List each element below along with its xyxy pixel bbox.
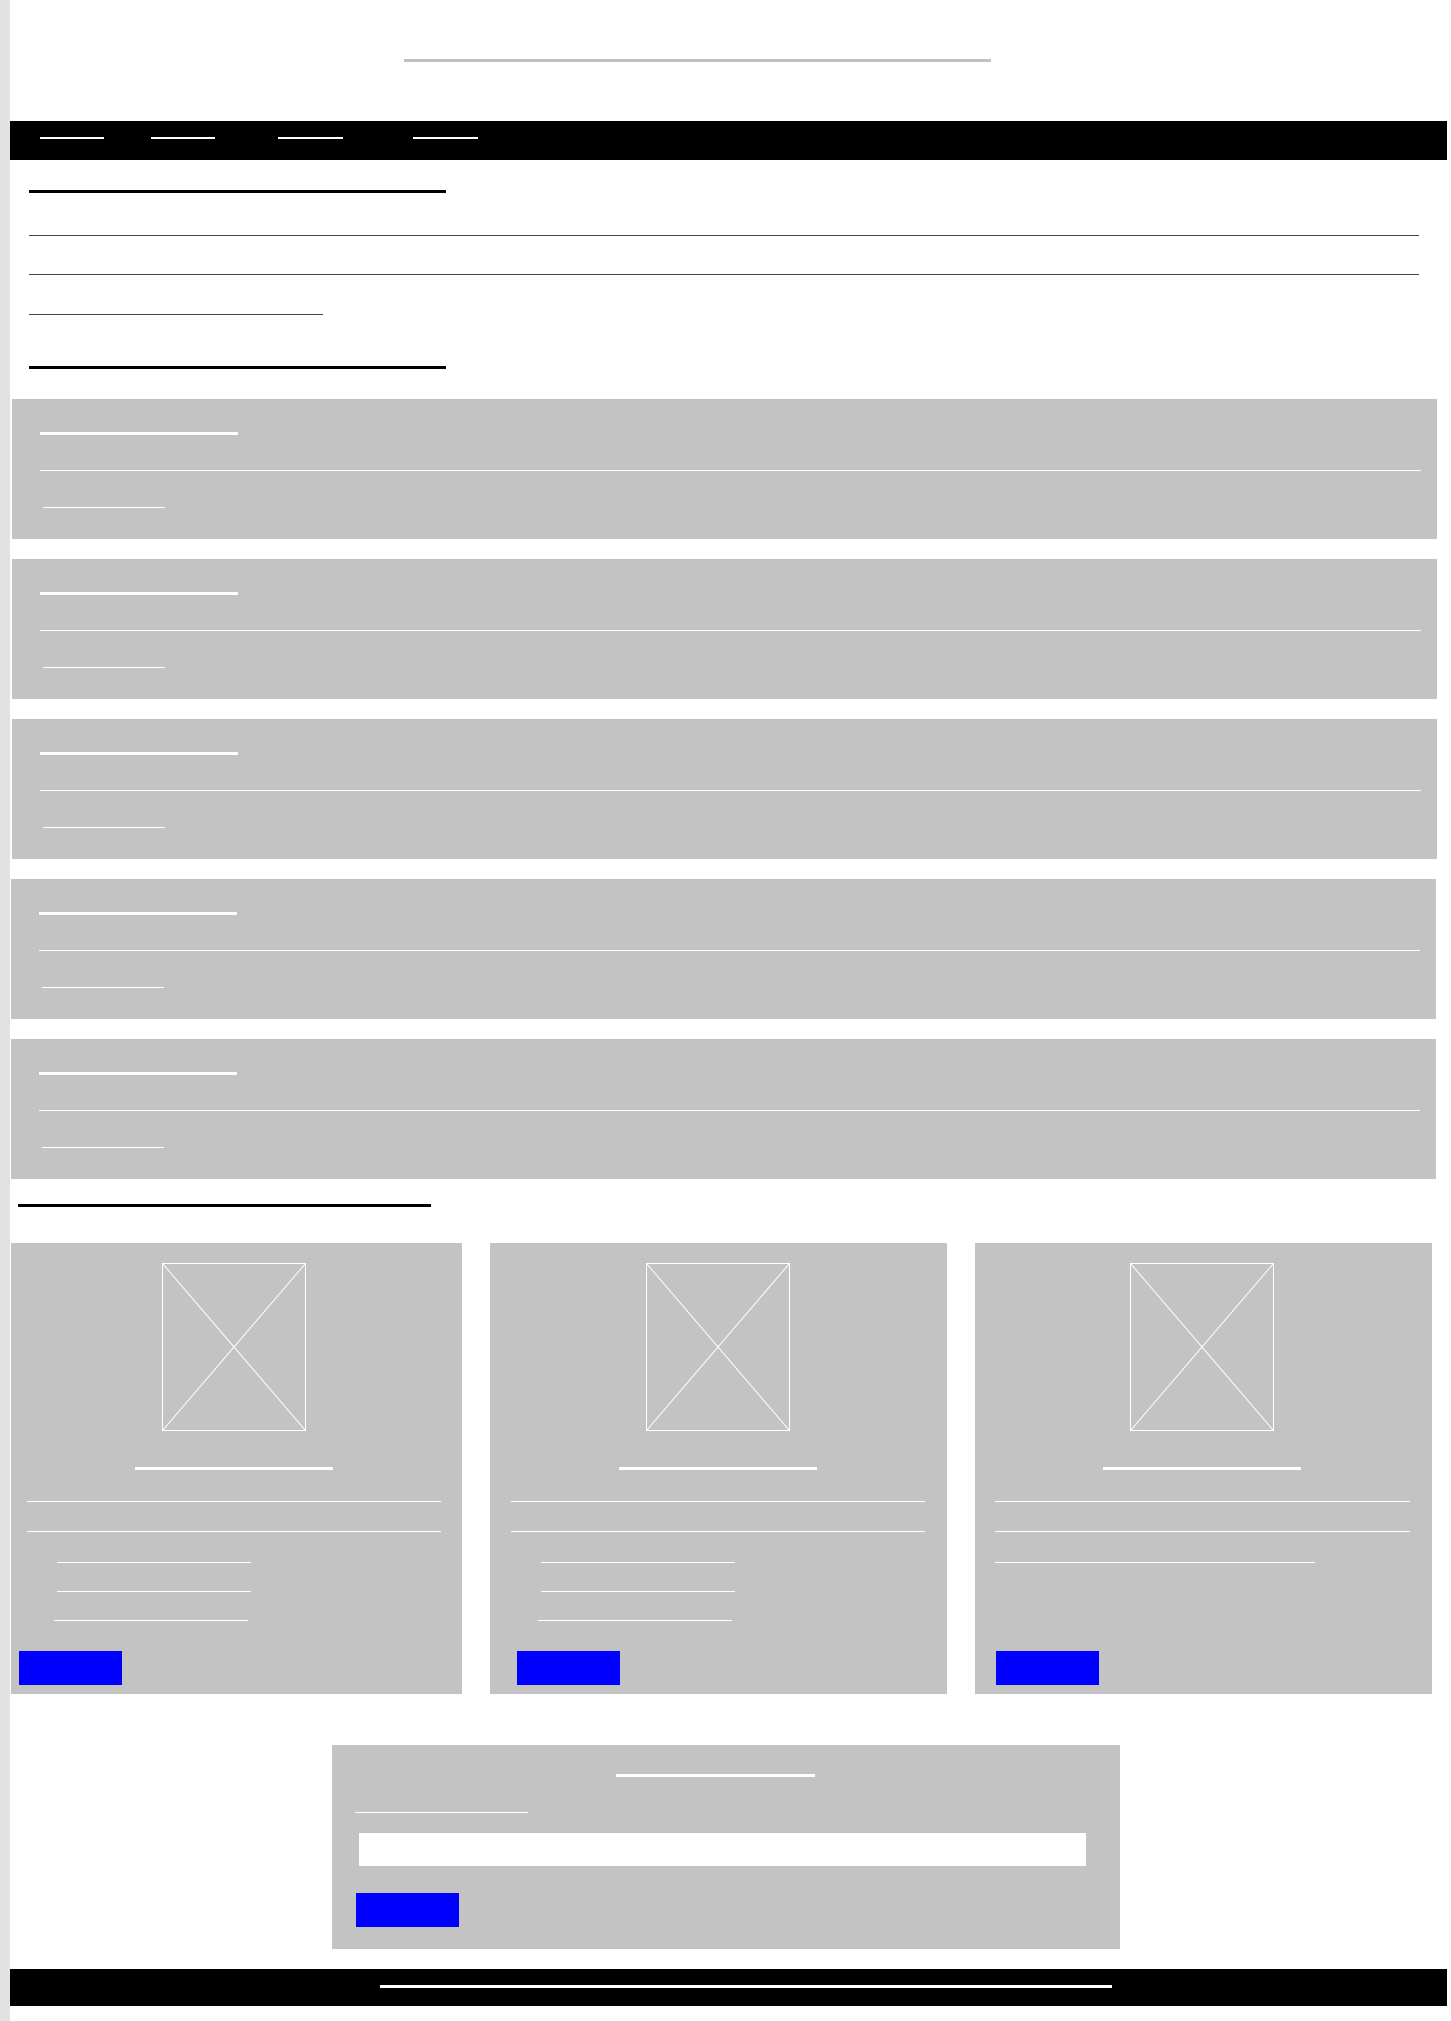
list-item-link[interactable] <box>43 667 165 668</box>
form-submit-button[interactable] <box>356 1893 459 1927</box>
left-edge-strip <box>0 0 10 2021</box>
list-item-description <box>40 790 1421 791</box>
list-item-title <box>40 432 238 435</box>
description-line <box>27 1531 441 1532</box>
product-title <box>1103 1467 1301 1470</box>
nav-bar <box>10 121 1447 160</box>
product-button[interactable] <box>517 1651 620 1685</box>
form-text-input[interactable] <box>359 1833 1086 1866</box>
form-field-label <box>355 1812 528 1813</box>
nav-item-2[interactable] <box>151 137 215 139</box>
paragraph-line <box>29 235 1419 236</box>
list-item-title <box>39 1072 237 1075</box>
list-item <box>11 1039 1436 1179</box>
list-item-description <box>40 630 1421 631</box>
list-item <box>12 559 1437 699</box>
product-feature <box>541 1591 735 1592</box>
description-line <box>995 1562 1315 1563</box>
list-item <box>11 879 1436 1019</box>
form-title <box>616 1774 815 1777</box>
product-title <box>135 1467 333 1470</box>
signup-form <box>332 1745 1120 1949</box>
nav-item-1[interactable] <box>40 137 104 139</box>
list-item-description <box>39 950 1420 951</box>
description-line <box>995 1531 1410 1532</box>
description-line <box>995 1501 1410 1502</box>
product-feature <box>541 1562 735 1563</box>
description-line <box>511 1531 925 1532</box>
products-section-heading <box>18 1204 431 1207</box>
footer <box>10 1969 1447 2006</box>
image-placeholder-icon <box>1130 1263 1274 1431</box>
list-item <box>12 399 1437 539</box>
page-title <box>404 59 991 62</box>
list-item-link[interactable] <box>43 827 165 828</box>
product-button[interactable] <box>996 1651 1099 1685</box>
image-placeholder-icon <box>162 1263 306 1431</box>
intro-heading <box>29 190 446 193</box>
list-item-title <box>40 592 238 595</box>
list-item-title <box>39 912 237 915</box>
description-line <box>511 1501 925 1502</box>
image-placeholder-icon <box>646 1263 790 1431</box>
list-item-description <box>39 1110 1420 1111</box>
paragraph-line <box>29 314 323 315</box>
footer-text <box>380 1985 1112 1988</box>
product-feature <box>54 1620 248 1621</box>
list-section-heading <box>29 366 446 369</box>
paragraph-line <box>29 274 1419 275</box>
list-item-link[interactable] <box>43 507 165 508</box>
product-feature <box>538 1620 732 1621</box>
nav-item-4[interactable] <box>413 137 478 139</box>
product-button[interactable] <box>19 1651 122 1685</box>
list-item-link[interactable] <box>42 987 164 988</box>
list-item <box>12 719 1437 859</box>
product-card <box>490 1243 947 1694</box>
nav-item-3[interactable] <box>278 137 343 139</box>
product-card <box>11 1243 462 1694</box>
product-title <box>619 1467 817 1470</box>
product-feature <box>57 1591 251 1592</box>
product-feature <box>57 1562 251 1563</box>
product-card <box>975 1243 1432 1694</box>
list-item-link[interactable] <box>42 1147 164 1148</box>
list-item-description <box>40 470 1421 471</box>
description-line <box>27 1501 441 1502</box>
list-item-title <box>40 752 238 755</box>
